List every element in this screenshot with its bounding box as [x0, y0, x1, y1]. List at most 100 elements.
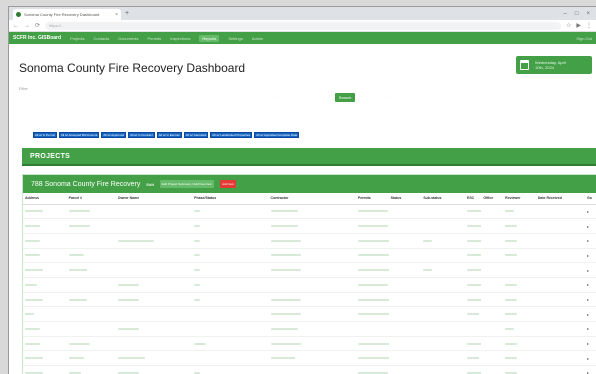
table-row[interactable]: ▸ [23, 365, 596, 374]
table-cell [464, 365, 482, 374]
add-item-button[interactable]: Add Item [220, 180, 237, 188]
table-cell [355, 365, 389, 374]
table-row[interactable]: ▸ [23, 336, 596, 352]
menu-kebab-icon[interactable]: ⋮ [586, 22, 592, 29]
chip-accepted-bid[interactable]: All w/ Accepted Bid Amount [58, 132, 100, 138]
row-open-icon[interactable]: ▸ [585, 218, 596, 234]
table-cell [192, 336, 269, 352]
table-row[interactable]: ▸ [23, 233, 596, 249]
row-open-icon[interactable]: ▸ [585, 350, 596, 367]
brand-logo[interactable]: SCFR Inc. GISBoard [13, 35, 61, 41]
nav-item-documents[interactable]: Documents [118, 36, 138, 41]
edit-link[interactable]: Edit [146, 182, 154, 187]
date-line-2: 10th, 2024 [535, 65, 554, 70]
column-header-contractor[interactable]: Contractor [268, 193, 356, 205]
row-open-icon[interactable]: ▸ [585, 262, 596, 278]
table-row[interactable]: ▸ [23, 321, 596, 337]
table-row[interactable]: ▸ [23, 204, 596, 220]
table-cell [23, 262, 67, 278]
reload-icon[interactable]: ⟳ [35, 22, 40, 29]
table-row[interactable]: ▸ [23, 306, 596, 322]
nav-item-admin[interactable]: Admin [252, 36, 263, 41]
table-cell [388, 277, 422, 293]
row-open-icon[interactable]: ▸ [585, 248, 596, 264]
table-row[interactable]: ▸ [23, 292, 596, 308]
column-header-parcel[interactable]: Parcel # [66, 193, 116, 205]
close-tab-icon[interactable]: × [115, 12, 118, 18]
table-cell [23, 336, 67, 352]
table-row[interactable]: ▸ [23, 350, 596, 367]
table-cell [355, 292, 389, 308]
page-title: Sonoma County Fire Recovery Dashboard [19, 61, 246, 75]
table-cell [66, 365, 116, 374]
column-header-go[interactable]: Go [585, 193, 596, 205]
row-open-icon[interactable]: ▸ [585, 233, 596, 249]
extension-icon[interactable]: ▶ [576, 22, 581, 29]
edit-summary-button[interactable]: Edit Project Summary / Add New Item [159, 180, 215, 188]
nav-item-permits[interactable]: Permits [148, 36, 162, 41]
nav-item-inspections[interactable]: Inspections [170, 36, 190, 41]
table-cell [115, 248, 193, 264]
chip-in-permit[interactable]: All w/ in Permit [33, 132, 57, 138]
row-open-icon[interactable]: ▸ [585, 365, 596, 374]
search-button[interactable]: Search [335, 93, 355, 102]
column-header-office[interactable]: Office [481, 193, 504, 205]
row-open-icon[interactable]: ▸ [585, 204, 596, 220]
column-header-phase-status[interactable]: Phase/Status [192, 193, 269, 205]
table-cell [535, 233, 586, 249]
table-row[interactable]: ▸ [23, 248, 596, 264]
table-cell [535, 218, 586, 234]
table-cell [535, 321, 586, 337]
nav-item-contacts[interactable]: Contacts [94, 36, 110, 41]
browser-tab[interactable]: Sonoma County Fire Recovery Dashboard × [13, 9, 121, 20]
table-cell [355, 218, 389, 234]
chip-landlocked[interactable]: All w/ Landlocked Properties [210, 132, 253, 138]
projects-section-bar[interactable]: PROJECTS [22, 148, 596, 166]
back-icon[interactable]: ← [13, 23, 19, 29]
url-input[interactable]: https://... [45, 21, 561, 30]
table-cell [503, 336, 536, 352]
sign-out-link[interactable]: Sign Out [576, 36, 592, 41]
table-row[interactable]: ▸ [23, 277, 596, 293]
column-header-permits[interactable]: Permits [355, 193, 389, 205]
nav-item-reports[interactable]: Reports [199, 34, 220, 42]
chip-in-contract[interactable]: All w/ in Contract [128, 132, 155, 138]
table-row[interactable]: ▸ [23, 262, 596, 278]
forward-icon[interactable]: → [24, 23, 30, 29]
nav-item-projects[interactable]: Projects [70, 36, 84, 41]
maximize-icon[interactable]: □ [575, 11, 579, 17]
chip-appraisal-complete[interactable]: All w/ Appraisal Complete Date [254, 132, 300, 138]
column-header-owner-name[interactable]: Owner Name [115, 193, 193, 205]
chip-approved[interactable]: All w/ Approved [101, 132, 127, 138]
table-row[interactable]: ▸ [23, 218, 596, 234]
row-open-icon[interactable]: ▸ [585, 336, 596, 352]
nav-item-settings[interactable]: Settings [228, 36, 242, 41]
table-cell [481, 233, 504, 249]
row-open-icon[interactable]: ▸ [585, 306, 596, 322]
column-header-reviewer[interactable]: Reviewer [503, 193, 536, 205]
column-header-address[interactable]: Address [23, 193, 67, 205]
table-cell [535, 350, 586, 367]
chip-in-escrow[interactable]: All w/ in Escrow [156, 132, 182, 138]
bookmark-star-icon[interactable]: ☆ [566, 22, 571, 29]
table-cell [115, 233, 193, 249]
column-header-date-received[interactable]: Date Received [535, 193, 586, 205]
table-cell [535, 336, 586, 352]
row-open-icon[interactable]: ▸ [585, 321, 596, 337]
new-tab-button[interactable]: + [125, 10, 129, 17]
row-open-icon[interactable]: ▸ [585, 277, 596, 293]
column-header-status[interactable]: Status [388, 193, 422, 205]
table-cell [421, 277, 465, 293]
chip-canceled[interactable]: All w/ Canceled [183, 132, 209, 138]
row-open-icon[interactable]: ▸ [585, 292, 596, 308]
minimize-icon[interactable]: – [564, 11, 567, 17]
table-cell [66, 262, 116, 278]
table-cell [481, 204, 504, 220]
table-cell [535, 204, 586, 220]
column-header-esc[interactable]: ESC [464, 193, 482, 205]
table-cell [535, 292, 586, 308]
column-header-sub-status[interactable]: Sub-status [421, 193, 465, 205]
close-window-icon[interactable]: × [586, 11, 590, 17]
project-panel: 788 Sonoma County Fire Recovery Edit Edi… [22, 174, 596, 374]
table-cell [388, 350, 422, 367]
